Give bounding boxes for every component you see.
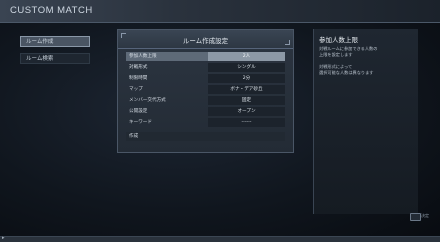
setting-row-keyword[interactable]: キーワード ------ [126,118,285,127]
setting-label: マップ [129,87,143,92]
sidebar-item-label: ルーム作成 [26,39,54,45]
setting-row-map[interactable]: マップ ボナ・デア砂丘 [126,85,285,94]
help-text-line: 上限を設定します [319,52,353,57]
page-title: CUSTOM MATCH [10,5,93,16]
button-hint: 決定 [421,213,429,218]
sidebar-item-label: ルーム検索 [26,56,54,62]
setting-row-visibility[interactable]: 公開設定 オープン [126,107,285,116]
setting-label: 参加人数上限 [129,54,157,59]
room-settings-panel: ルーム作成設定 参加人数上限 2人 対戦形式 シングル 制限時間 2分 マップ … [117,29,294,153]
help-text-line: 選択可能な人数は異なります [319,70,374,75]
panel-title: ルーム作成設定 [182,37,229,45]
setting-row-battle-format[interactable]: 対戦形式 シングル [126,63,285,72]
create-room-button[interactable]: 作成 [126,132,285,141]
top-header-bar: CUSTOM MATCH [0,0,440,23]
setting-label: 対戦形式 [129,65,148,70]
sidebar-item-room-search[interactable]: ルーム検索 [20,53,90,64]
setting-value: 固定 [208,96,285,105]
setting-row-member-swap[interactable]: メンバー交代方式 固定 [126,96,285,105]
confirm-button-icon [410,213,421,221]
sidebar-item-room-create[interactable]: ルーム作成 [20,36,90,47]
setting-label: メンバー交代方式 [129,98,166,103]
help-panel: 参加人数上限 対戦ルームに参加できる人数の 上限を設定します 対戦形式によって … [313,29,418,214]
setting-row-time-limit[interactable]: 制限時間 2分 [126,74,285,83]
panel-header: ルーム作成設定 [118,30,293,49]
bottom-status-bar [0,236,440,242]
setting-value: ------ [208,118,285,127]
setting-label: キーワード [129,120,152,125]
setting-value: ボナ・デア砂丘 [208,85,285,94]
help-title: 参加人数上限 [319,36,358,44]
corner-bracket-icon [285,40,290,45]
setting-value: 2人 [208,52,285,61]
button-label: 作成 [129,134,139,139]
setting-value: シングル [208,63,285,72]
setting-row-player-limit[interactable]: 参加人数上限 2人 [126,52,285,61]
setting-label: 公開設定 [129,109,148,114]
cursor-icon: ▸ [2,235,5,241]
setting-label: 制限時間 [129,76,148,81]
setting-value: オープン [208,107,285,116]
setting-value: 2分 [208,74,285,83]
